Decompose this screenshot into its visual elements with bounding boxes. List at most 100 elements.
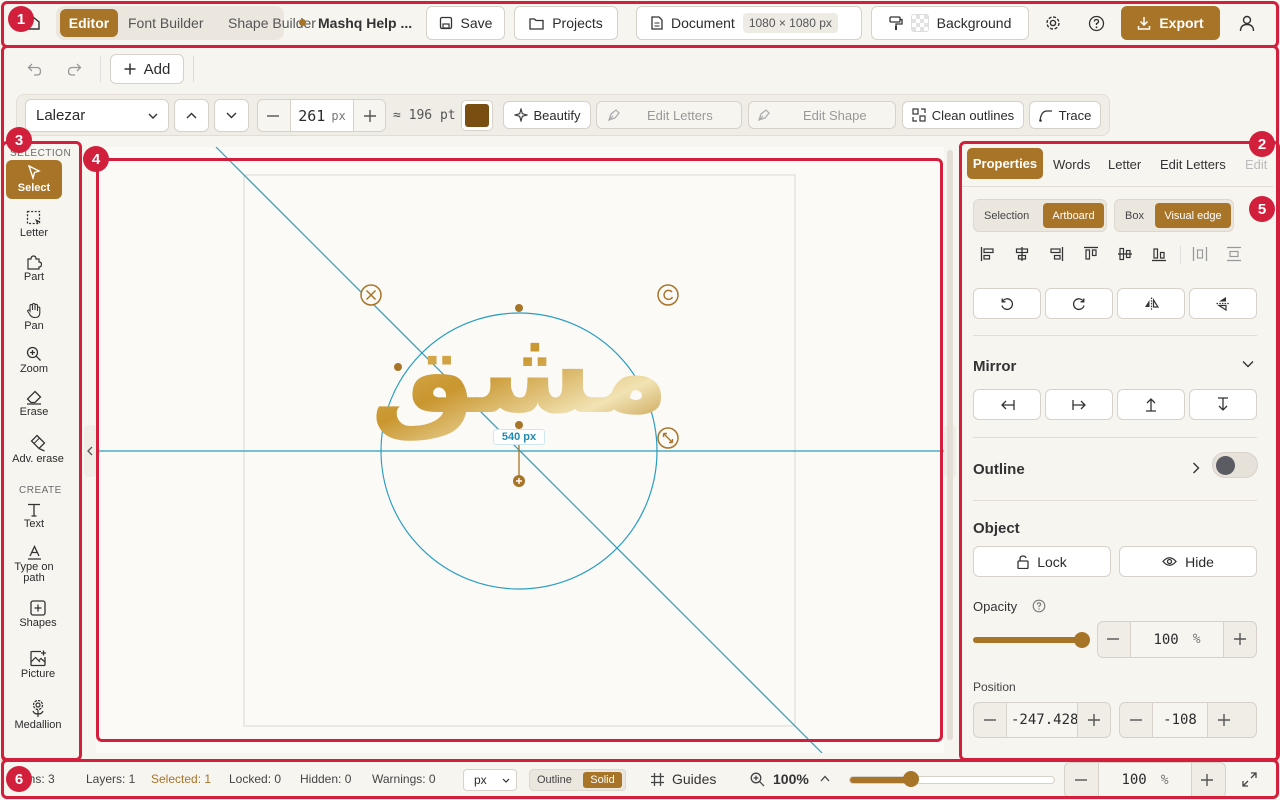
- edit-shape-button[interactable]: Edit Shape: [748, 101, 896, 129]
- trace-button[interactable]: Trace: [1029, 101, 1101, 129]
- help-circle-icon[interactable]: [1032, 599, 1046, 613]
- font-size-field[interactable]: 261 px: [290, 100, 354, 131]
- redo-icon[interactable]: [66, 61, 82, 77]
- advanced-erase-tool-button[interactable]: Adv. erase: [2, 434, 74, 465]
- save-button[interactable]: Save: [426, 6, 505, 40]
- zoom-in-icon[interactable]: [750, 772, 765, 787]
- resize-handle-icon[interactable]: [657, 427, 679, 449]
- opacity-slider-thumb[interactable]: [1074, 632, 1090, 648]
- plus-icon[interactable]: [1234, 633, 1246, 645]
- settings-gear-icon[interactable]: [1043, 13, 1063, 33]
- plus-icon[interactable]: [1201, 774, 1213, 786]
- zoom-tool-button[interactable]: Zoom: [6, 346, 62, 375]
- fill-color-swatch[interactable]: [461, 100, 493, 131]
- align-top-icon[interactable]: [1083, 246, 1099, 262]
- align-selection-option[interactable]: Selection: [984, 210, 1029, 222]
- plus-icon[interactable]: [363, 109, 377, 123]
- medallion-tool-button[interactable]: Medallion: [2, 700, 74, 731]
- position-x-field[interactable]: -247.428: [1006, 703, 1078, 737]
- letter-tool-button[interactable]: Letter: [6, 210, 62, 239]
- canvas-viewport[interactable]: مشق 540 px: [96, 147, 944, 753]
- anchor-handle-center[interactable]: [515, 421, 523, 429]
- guides-toggle[interactable]: Guides: [672, 771, 716, 787]
- minus-icon[interactable]: [266, 109, 280, 123]
- delete-handle-icon[interactable]: [360, 284, 382, 306]
- unit-select[interactable]: px: [463, 769, 517, 791]
- tab-font-builder[interactable]: Font Builder: [128, 15, 203, 31]
- view-solid-option[interactable]: Solid: [583, 772, 622, 788]
- rotate-handle-icon[interactable]: [657, 284, 679, 306]
- distribute-vertical-icon[interactable]: [1226, 246, 1242, 262]
- text-tool-button[interactable]: Text: [6, 503, 62, 530]
- edit-letters-button[interactable]: Edit Letters: [596, 101, 742, 129]
- mirror-up-button[interactable]: [1117, 389, 1185, 420]
- tab-letter[interactable]: Letter: [1108, 157, 1141, 172]
- picture-tool-button[interactable]: Picture: [2, 650, 74, 680]
- zoom-value-field[interactable]: 100 %: [1098, 763, 1192, 797]
- tab-edit[interactable]: Edit: [1245, 157, 1267, 172]
- bounds-visual-edge-option[interactable]: Visual edge: [1155, 203, 1231, 228]
- mirror-down-button[interactable]: [1189, 389, 1257, 420]
- tab-words[interactable]: Words: [1053, 157, 1090, 172]
- undo-icon[interactable]: [26, 61, 42, 77]
- grid-hash-icon[interactable]: [650, 772, 665, 787]
- mirror-left-button[interactable]: [973, 389, 1041, 420]
- user-icon[interactable]: [1237, 13, 1257, 33]
- minus-icon[interactable]: [984, 714, 996, 726]
- erase-tool-button[interactable]: Erase: [6, 390, 62, 418]
- chevron-down-icon[interactable]: [1242, 360, 1254, 368]
- document-name[interactable]: Mashq Help ...: [318, 15, 412, 31]
- shapes-tool-button[interactable]: Shapes: [2, 600, 74, 629]
- align-right-icon[interactable]: [1048, 246, 1064, 262]
- collapse-left-panel-button[interactable]: [84, 425, 96, 477]
- zoom-slider-track[interactable]: [849, 771, 1055, 787]
- move-down-button[interactable]: [214, 99, 249, 132]
- tab-properties[interactable]: Properties: [967, 148, 1043, 179]
- opacity-value-field[interactable]: 100 %: [1130, 622, 1224, 657]
- chevron-up-icon[interactable]: [820, 775, 830, 782]
- minus-icon[interactable]: [1130, 714, 1142, 726]
- position-y-field[interactable]: -108: [1152, 703, 1208, 737]
- align-artboard-option[interactable]: Artboard: [1043, 203, 1104, 228]
- beautify-button[interactable]: Beautify: [503, 101, 591, 129]
- align-bottom-icon[interactable]: [1151, 246, 1167, 262]
- projects-button[interactable]: Projects: [514, 6, 618, 40]
- rotate-left-button[interactable]: [973, 288, 1041, 319]
- bounds-box-option[interactable]: Box: [1125, 210, 1144, 222]
- minus-icon[interactable]: [1075, 774, 1087, 786]
- flip-horizontal-button[interactable]: [1117, 288, 1185, 319]
- align-middle-vertical-icon[interactable]: [1117, 246, 1133, 262]
- canvas-scrollbar[interactable]: [947, 150, 953, 740]
- align-left-icon[interactable]: [980, 246, 996, 262]
- flip-vertical-button[interactable]: [1189, 288, 1257, 319]
- anchor-handle-top[interactable]: [515, 304, 523, 312]
- help-icon[interactable]: [1086, 13, 1106, 33]
- tab-edit-letters[interactable]: Edit Letters: [1160, 157, 1226, 172]
- mirror-right-button[interactable]: [1045, 389, 1113, 420]
- expand-fullscreen-icon[interactable]: [1242, 772, 1257, 787]
- pan-tool-button[interactable]: Pan: [6, 302, 62, 332]
- chevron-right-icon[interactable]: [1192, 462, 1200, 474]
- clean-outlines-button[interactable]: Clean outlines: [902, 101, 1024, 129]
- hide-button[interactable]: Hide: [1119, 546, 1257, 577]
- plus-icon[interactable]: [1088, 714, 1100, 726]
- outline-toggle[interactable]: [1212, 452, 1258, 478]
- font-select[interactable]: Lalezar: [25, 99, 169, 132]
- add-button[interactable]: Add: [110, 54, 184, 84]
- type-on-path-tool-button[interactable]: Type on path: [6, 545, 62, 584]
- plus-icon[interactable]: [1218, 714, 1230, 726]
- background-button[interactable]: Background: [871, 6, 1029, 40]
- document-button[interactable]: Document 1080 × 1080 px: [636, 6, 862, 40]
- lock-button[interactable]: Lock: [973, 546, 1111, 577]
- select-tool-button[interactable]: Select: [6, 160, 62, 199]
- distribute-horizontal-icon[interactable]: [1192, 246, 1208, 262]
- move-up-button[interactable]: [174, 99, 209, 132]
- rotate-right-button[interactable]: [1045, 288, 1113, 319]
- align-center-horizontal-icon[interactable]: [1014, 246, 1030, 262]
- anchor-handle-left[interactable]: [394, 363, 402, 371]
- export-button[interactable]: Export: [1121, 6, 1220, 40]
- view-outline-option[interactable]: Outline: [537, 774, 572, 786]
- opacity-slider-track[interactable]: [973, 632, 1090, 648]
- part-tool-button[interactable]: Part: [6, 254, 62, 283]
- zoom-slider-thumb[interactable]: [903, 771, 919, 787]
